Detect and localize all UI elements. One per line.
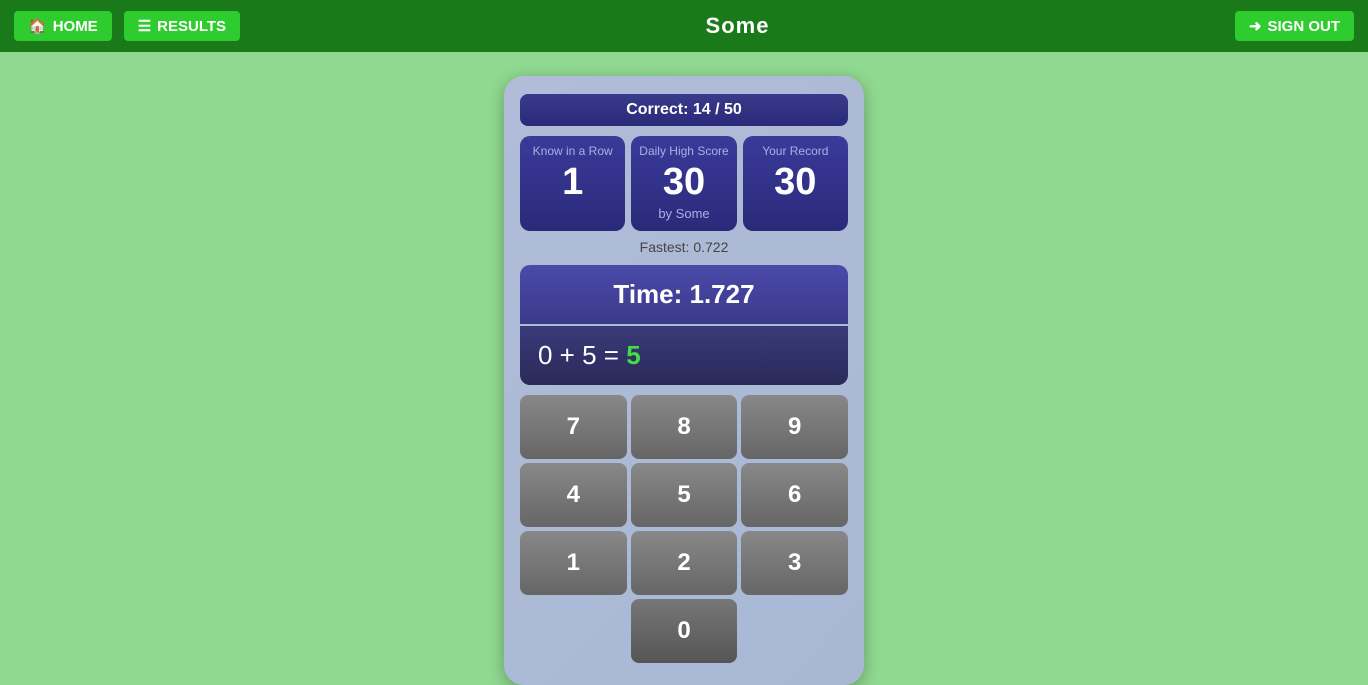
know-in-row-label: Know in a Row [524,144,621,158]
numpad-5[interactable]: 5 [631,463,738,527]
correct-display: Correct: 14 / 50 [626,101,742,118]
time-bar: Time: 1.727 [520,265,848,324]
numpad: 7 8 9 4 5 6 1 2 3 0 [520,395,848,663]
page-title: Some [706,13,770,39]
correct-bar: Correct: 14 / 50 [520,94,848,126]
numpad-0[interactable]: 0 [631,599,738,663]
numpad-9[interactable]: 9 [741,395,848,459]
daily-high-by: by Some [635,206,732,221]
home-button[interactable]: 🏠 HOME [12,9,114,43]
equation-answer: 5 [626,340,640,370]
equation-bar: 0 + 5 = 5 [520,326,848,385]
home-label: HOME [53,18,98,35]
know-in-row-value: 1 [524,162,621,204]
main-content: Correct: 14 / 50 Know in a Row 1 Daily H… [0,52,1368,685]
results-icon: ☰ [138,17,151,35]
numpad-6[interactable]: 6 [741,463,848,527]
record-value: 30 [747,162,844,204]
numpad-4[interactable]: 4 [520,463,627,527]
daily-high-label: Daily High Score [635,144,732,158]
know-in-row-box: Know in a Row 1 [520,136,625,231]
record-box: Your Record 30 [743,136,848,231]
topbar-left: 🏠 HOME ☰ RESULTS [12,9,242,43]
record-label: Your Record [747,144,844,158]
game-card: Correct: 14 / 50 Know in a Row 1 Daily H… [504,76,864,685]
fastest-display: Fastest: 0.722 [520,239,848,255]
numpad-1[interactable]: 1 [520,531,627,595]
numpad-8[interactable]: 8 [631,395,738,459]
results-button[interactable]: ☰ RESULTS [122,9,242,43]
signout-label: SIGN OUT [1267,18,1340,35]
topbar: 🏠 HOME ☰ RESULTS Some ➜ SIGN OUT [0,0,1368,52]
numpad-2[interactable]: 2 [631,531,738,595]
stats-row: Know in a Row 1 Daily High Score 30 by S… [520,136,848,231]
signout-icon: ➜ [1249,17,1262,35]
daily-high-value: 30 [635,162,732,204]
home-icon: 🏠 [28,17,47,35]
time-display: Time: 1.727 [613,279,754,309]
numpad-3[interactable]: 3 [741,531,848,595]
equation-text: 0 + 5 = [538,340,619,370]
numpad-7[interactable]: 7 [520,395,627,459]
results-label: RESULTS [157,18,226,35]
signout-button[interactable]: ➜ SIGN OUT [1233,9,1356,43]
equation-display: 0 + 5 = 5 [538,340,641,370]
daily-high-box: Daily High Score 30 by Some [631,136,736,231]
